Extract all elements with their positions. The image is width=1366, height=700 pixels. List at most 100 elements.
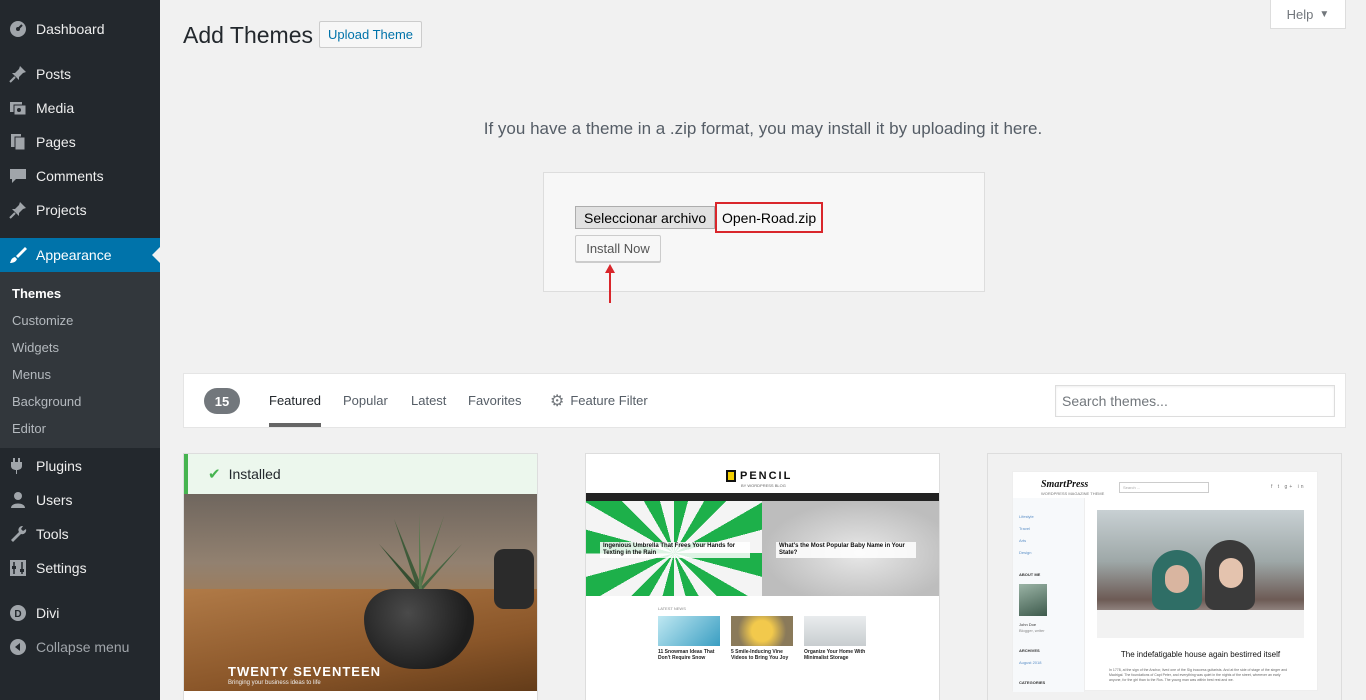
submenu-widgets[interactable]: Widgets <box>12 340 59 355</box>
smartpress-category: Arts <box>1019 538 1027 543</box>
sidebar-item-label: Plugins <box>36 458 82 474</box>
page-title: Add Themes <box>183 22 313 48</box>
theme-count-badge: 15 <box>204 388 240 414</box>
tab-popular[interactable]: Popular <box>343 374 388 427</box>
pages-icon <box>0 132 36 152</box>
media-icon <box>0 98 36 118</box>
pencil-navbar <box>586 493 939 501</box>
pencil-hero-right-caption: What's the Most Popular Baby Name in You… <box>776 542 916 558</box>
pencil-logo-sub: BY WORDPRESS BLOG <box>741 483 786 488</box>
photo-snow <box>1097 610 1304 638</box>
smartpress-sidebar: Lifestyle Travel Arts Design ABOUT ME Jo… <box>1013 498 1085 692</box>
pin-icon <box>0 64 36 84</box>
screenshot-plant-pot-background <box>494 549 534 609</box>
comment-icon <box>0 166 36 186</box>
smartpress-headline: The indefatigable house again bestirred … <box>1120 650 1281 659</box>
tab-featured[interactable]: Featured <box>269 374 322 427</box>
sidebar-item-media[interactable]: Media <box>0 91 160 125</box>
sidebar-item-label: Users <box>36 492 73 508</box>
submenu-menus[interactable]: Menus <box>12 367 51 382</box>
sidebar-item-label: Dashboard <box>36 21 105 37</box>
help-button[interactable]: Help ▼ <box>1270 0 1346 29</box>
pencil-section-label: LATEST NEWS <box>658 606 686 611</box>
smartpress-archives-label: ARCHIVES <box>1019 648 1040 653</box>
sidebar-item-projects[interactable]: Projects <box>0 193 160 227</box>
sidebar-item-comments[interactable]: Comments <box>0 159 160 193</box>
submenu-editor[interactable]: Editor <box>12 421 46 436</box>
pencil-logo-mark <box>726 470 736 482</box>
sidebar-item-appearance[interactable]: Appearance <box>0 238 160 272</box>
pencil-thumb-1 <box>658 616 720 646</box>
smartpress-archive-item: August 2018 <box>1019 660 1042 665</box>
feature-filter-label: Feature Filter <box>570 393 648 408</box>
sidebar-item-posts[interactable]: Posts <box>0 57 160 91</box>
submenu-customize[interactable]: Customize <box>12 313 73 328</box>
submenu-themes[interactable]: Themes <box>12 286 61 301</box>
theme-screenshot: PENCIL BY WORDPRESS BLOG Ingenious Umbre… <box>586 454 939 691</box>
brush-icon <box>0 245 36 265</box>
pencil-logo-name: PENCIL <box>740 470 793 482</box>
installed-label: Installed <box>228 466 281 482</box>
appearance-submenu: Themes Customize Widgets Menus Backgroun… <box>0 272 160 448</box>
smartpress-body: In 1778, at the sign of the Anchor, live… <box>1109 668 1288 682</box>
sidebar-item-label: Appearance <box>36 247 112 263</box>
smartpress-logo: SmartPress <box>1041 479 1089 490</box>
smartpress-category: Travel <box>1019 526 1030 531</box>
pencil-card-caption-1: 11 Snowman Ideas That Don't Require Snow <box>658 649 715 661</box>
sidebar-item-tools[interactable]: Tools <box>0 517 160 551</box>
twentyseventeen-title: TWENTY SEVENTEEN <box>228 664 382 679</box>
plug-icon <box>0 456 36 476</box>
installed-notice: ✔ Installed <box>184 454 537 494</box>
pencil-thumb-2 <box>731 616 793 646</box>
sidebar-item-label: Pages <box>36 134 76 150</box>
theme-card-twentyseventeen[interactable]: ✔ Installed TWENTY SEVENTEEN Bringing yo… <box>183 453 538 700</box>
annotation-arrow <box>605 264 615 303</box>
admin-sidebar: Dashboard Posts Media Pages Comments Pro… <box>0 0 160 700</box>
selected-file-name: Open-Road.zip <box>715 202 824 233</box>
theme-screenshot: SmartPress WORDPRESS MAGAZINE THEME Sear… <box>1012 471 1318 692</box>
sidebar-item-label: Projects <box>36 202 87 218</box>
checkmark-icon: ✔ <box>208 466 221 483</box>
svg-text:D: D <box>14 609 21 620</box>
theme-card-smartpress[interactable]: SmartPress WORDPRESS MAGAZINE THEME Sear… <box>987 453 1342 700</box>
theme-filter-bar: 15 Featured Popular Latest Favorites ⚙ F… <box>183 373 1346 428</box>
sidebar-item-plugins[interactable]: Plugins <box>0 449 160 483</box>
gear-icon: ⚙ <box>550 392 565 410</box>
sidebar-item-label: Comments <box>36 168 104 184</box>
submenu-background[interactable]: Background <box>12 394 81 409</box>
tab-latest[interactable]: Latest <box>411 374 446 427</box>
choose-file-button[interactable]: Seleccionar archivo <box>575 206 716 229</box>
theme-card-pencil[interactable]: PENCIL BY WORDPRESS BLOG Ingenious Umbre… <box>585 453 940 700</box>
caret-down-icon: ▼ <box>1319 8 1330 20</box>
sidebar-item-label: Posts <box>36 66 72 82</box>
pencil-thumb-3 <box>804 616 866 646</box>
feature-filter-button[interactable]: ⚙ Feature Filter <box>550 374 648 427</box>
user-icon <box>0 490 36 510</box>
sidebar-item-divi[interactable]: D Divi <box>0 596 160 630</box>
photo-face-right <box>1219 558 1243 588</box>
search-themes-input[interactable] <box>1055 385 1335 417</box>
sidebar-item-label: Tools <box>36 526 69 542</box>
tab-favorites[interactable]: Favorites <box>468 374 521 427</box>
sidebar-item-settings[interactable]: Settings <box>0 551 160 585</box>
pencil-logo: PENCIL BY WORDPRESS BLOG <box>726 470 793 488</box>
screenshot-plant-leaves <box>379 514 462 594</box>
sidebar-item-dashboard[interactable]: Dashboard <box>0 12 160 46</box>
smartpress-search: Search ... <box>1119 482 1209 493</box>
smartpress-categories-label: CATEGORIES <box>1019 680 1046 685</box>
smartpress-avatar <box>1019 584 1047 616</box>
pin-icon <box>0 200 36 220</box>
sidebar-item-users[interactable]: Users <box>0 483 160 517</box>
smartpress-category: Lifestyle <box>1019 514 1034 519</box>
sidebar-item-pages[interactable]: Pages <box>0 125 160 159</box>
pencil-hero-left-caption: Ingenious Umbrella That Frees Your Hands… <box>600 542 750 558</box>
install-now-button[interactable]: Install Now <box>575 235 661 262</box>
collapse-menu-button[interactable]: Collapse menu <box>0 630 160 664</box>
settings-icon <box>0 558 36 578</box>
wrench-icon <box>0 524 36 544</box>
photo-face-left <box>1165 565 1189 593</box>
upload-theme-button[interactable]: Upload Theme <box>319 21 423 48</box>
sidebar-item-label: Divi <box>36 605 60 621</box>
smartpress-social-icons: f t g+ in <box>1271 484 1306 490</box>
smartpress-author-name: John Doe <box>1019 622 1037 627</box>
